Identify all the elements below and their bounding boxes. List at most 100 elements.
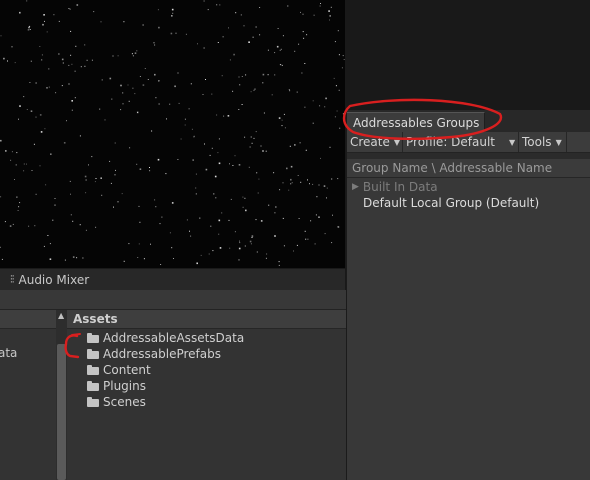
star	[161, 216, 163, 218]
star	[109, 160, 111, 162]
star	[30, 110, 33, 112]
star	[260, 145, 262, 147]
group-row-default-local-group[interactable]: Default Local Group (Default)	[363, 195, 539, 211]
star	[41, 54, 43, 56]
star	[284, 127, 286, 129]
star	[15, 164, 17, 166]
star	[320, 3, 321, 4]
create-dropdown[interactable]: Create ▼	[347, 132, 403, 152]
star	[265, 150, 267, 152]
star	[113, 206, 114, 208]
addressables-tab-bar: Addressables Groups	[347, 110, 590, 132]
star	[54, 198, 56, 199]
star	[266, 253, 268, 255]
star	[263, 112, 265, 114]
star	[216, 114, 218, 116]
star	[76, 4, 79, 6]
scene-view[interactable]	[0, 0, 345, 268]
star	[275, 206, 277, 208]
star	[238, 164, 241, 166]
folder-item-scenes[interactable]: Scenes	[87, 394, 146, 410]
star	[337, 30, 339, 32]
star	[157, 158, 160, 161]
folder-label: Content	[103, 363, 151, 377]
star	[258, 178, 260, 180]
project-panel: ata ▲ Assets AddressableAssetsData Addre…	[0, 290, 352, 480]
star	[312, 122, 314, 124]
star	[139, 221, 141, 223]
star	[46, 31, 48, 33]
star	[120, 84, 122, 87]
star	[312, 183, 314, 185]
scrollbar-thumb[interactable]	[57, 344, 66, 480]
star	[338, 54, 340, 56]
star	[0, 246, 1, 248]
column-header[interactable]: Group Name \ Addressable Name	[347, 159, 590, 178]
star	[290, 178, 292, 181]
folder-item-plugins[interactable]: Plugins	[87, 378, 146, 394]
group-row-built-in-data[interactable]: ▶ Built In Data	[352, 179, 438, 195]
star	[35, 193, 37, 195]
star	[299, 142, 301, 144]
star	[154, 44, 156, 46]
star	[10, 159, 12, 161]
tab-audio-mixer[interactable]: ⫶⫶ Audio Mixer	[0, 269, 97, 291]
star	[229, 59, 231, 61]
profile-dropdown[interactable]: Profile: Default ▼	[403, 132, 519, 152]
folder-icon	[87, 333, 99, 343]
star	[68, 8, 70, 9]
star	[271, 94, 273, 96]
star	[34, 225, 36, 227]
star	[127, 84, 129, 86]
star	[281, 119, 283, 121]
star	[165, 173, 167, 175]
star	[23, 96, 25, 98]
star	[305, 149, 307, 151]
folder-item-addressableprefabs[interactable]: AddressablePrefabs	[87, 346, 221, 362]
folder-item-content[interactable]: Content	[87, 362, 151, 378]
star	[4, 221, 6, 223]
star	[153, 42, 155, 44]
star	[185, 33, 187, 35]
star	[294, 144, 296, 146]
vertical-scrollbar[interactable]: ▲	[56, 310, 67, 480]
star	[158, 80, 160, 82]
star	[40, 131, 43, 133]
folder-item-addressableassetsdata[interactable]: AddressableAssetsData	[87, 330, 244, 346]
tab-addressables-groups[interactable]: Addressables Groups	[347, 112, 485, 132]
star	[100, 21, 102, 23]
star	[255, 26, 257, 28]
folder-tree-item[interactable]: ata	[0, 346, 17, 360]
star	[193, 135, 195, 137]
star	[142, 24, 144, 26]
star	[48, 86, 50, 88]
expand-arrow-icon[interactable]: ▶	[352, 182, 359, 192]
star	[27, 29, 30, 31]
star	[70, 214, 72, 216]
star	[283, 113, 285, 115]
star	[1, 258, 3, 260]
star	[86, 59, 88, 61]
scroll-up-arrow-icon[interactable]: ▲	[58, 311, 64, 320]
star	[250, 136, 252, 138]
addressables-toolbar: Create ▼ Profile: Default ▼ Tools ▼	[347, 132, 590, 153]
star	[199, 217, 201, 219]
star	[79, 135, 81, 137]
star	[218, 219, 221, 222]
folder-tree[interactable]: ata	[0, 310, 56, 480]
star	[304, 106, 306, 108]
star	[158, 26, 160, 29]
star	[132, 87, 134, 89]
star	[28, 26, 30, 29]
tools-dropdown[interactable]: Tools ▼	[519, 132, 567, 152]
star	[71, 63, 73, 65]
star	[288, 89, 290, 90]
addressables-groups-window: Addressables Groups Create ▼ Profile: De…	[346, 110, 590, 480]
star	[154, 73, 156, 76]
star	[331, 178, 333, 180]
star	[232, 90, 234, 92]
star	[259, 34, 261, 36]
star	[249, 240, 252, 243]
star	[174, 85, 176, 88]
star	[205, 168, 208, 171]
